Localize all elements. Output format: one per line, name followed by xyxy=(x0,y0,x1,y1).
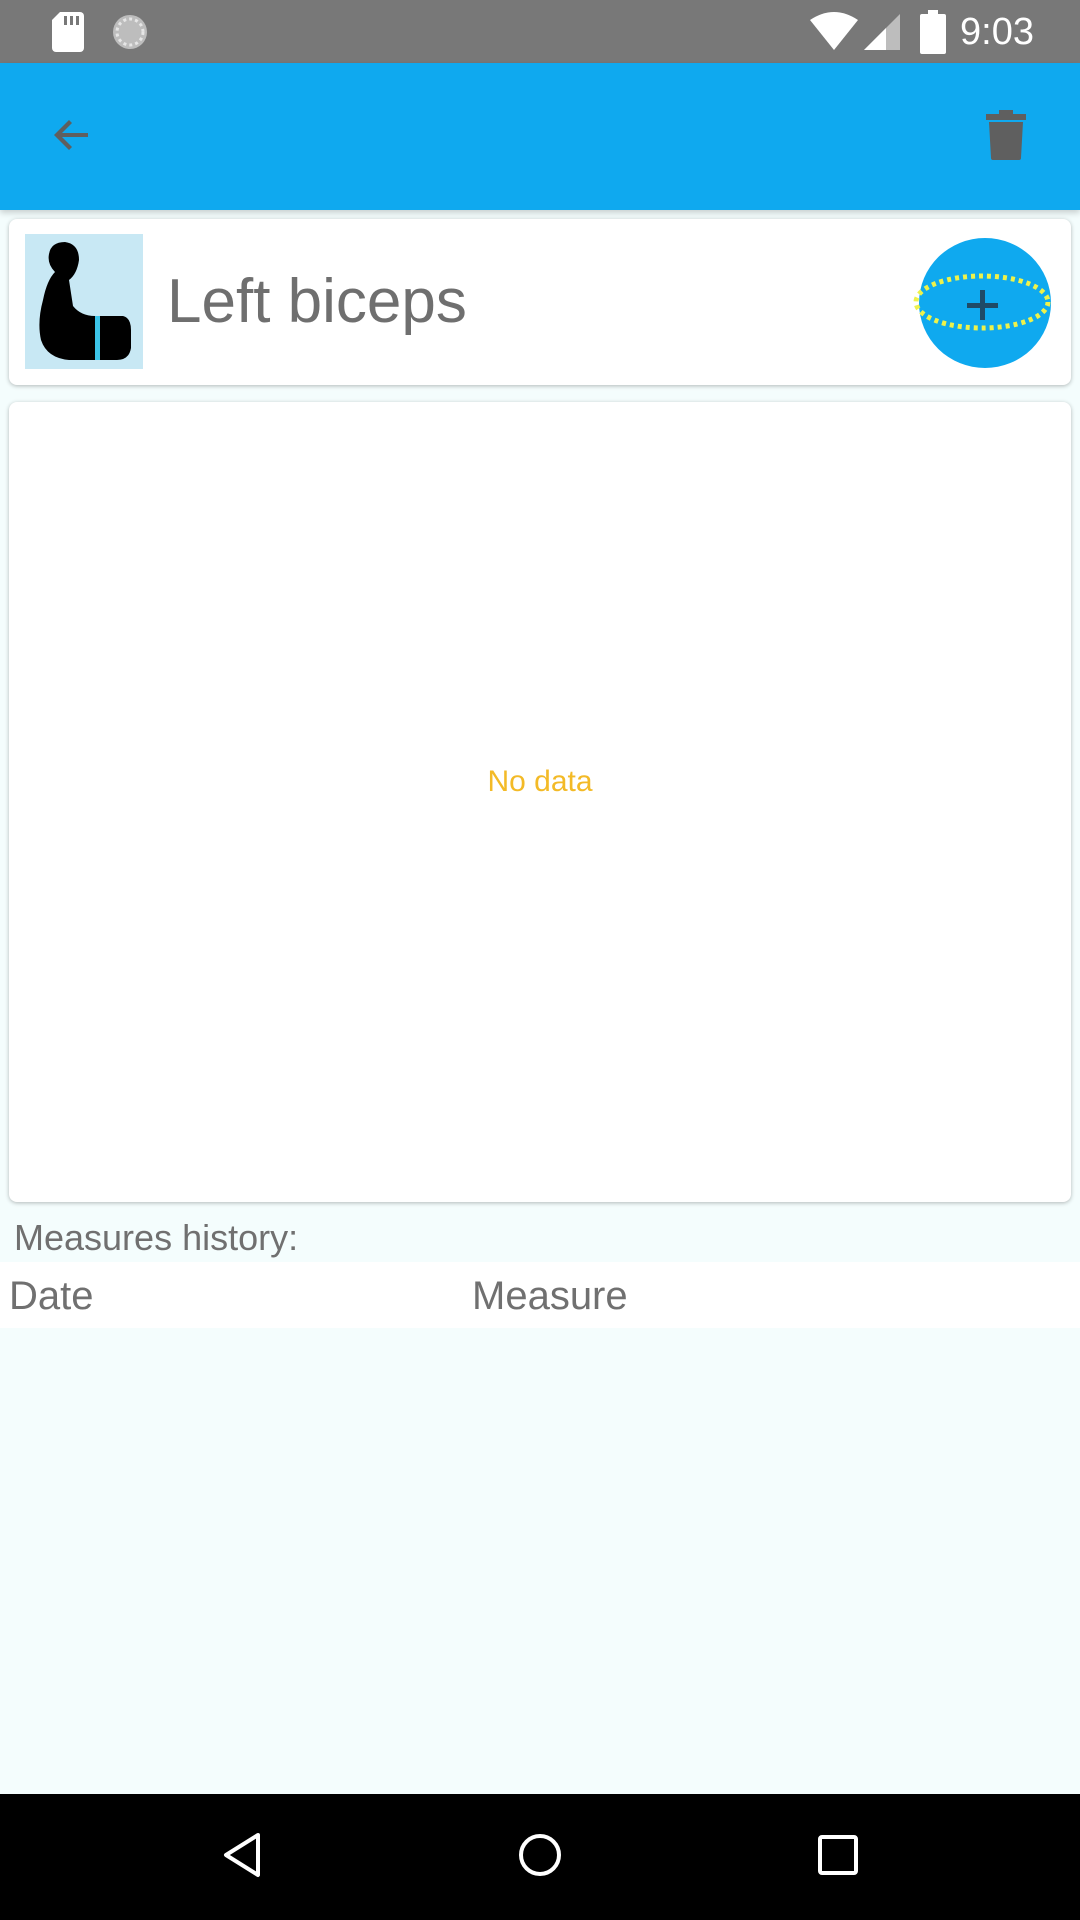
cell-signal-icon xyxy=(864,12,902,57)
sd-card-icon xyxy=(52,12,84,57)
nav-recents-button[interactable] xyxy=(798,1817,878,1897)
nav-recents-icon xyxy=(816,1833,860,1882)
body-part-card: Left biceps xyxy=(9,219,1071,385)
status-bar: 9:03 xyxy=(0,0,1080,63)
nav-home-button[interactable] xyxy=(500,1817,580,1897)
add-measure-icon xyxy=(912,238,1052,374)
measures-chart: No data xyxy=(9,402,1071,1202)
chart-empty-text: No data xyxy=(487,765,593,798)
status-clock: 9:03 xyxy=(960,11,1034,53)
nav-home-icon xyxy=(516,1831,564,1884)
add-measure-button[interactable] xyxy=(912,236,1052,370)
trash-icon xyxy=(986,109,1026,165)
body-part-title: Left biceps xyxy=(167,267,467,336)
biceps-icon xyxy=(25,234,143,369)
column-header-date: Date xyxy=(9,1274,94,1318)
back-button[interactable] xyxy=(36,101,108,173)
arrow-back-icon xyxy=(48,111,96,164)
wifi-icon xyxy=(810,12,858,57)
battery-icon xyxy=(920,10,946,59)
app-bar xyxy=(0,63,1080,210)
column-header-measure: Measure xyxy=(472,1274,628,1318)
history-label: Measures history: xyxy=(14,1217,299,1258)
system-nav-bar xyxy=(0,1794,1080,1920)
history-table-header: Date Measure xyxy=(0,1262,1080,1328)
delete-button[interactable] xyxy=(970,101,1042,173)
nav-back-icon xyxy=(220,1831,264,1884)
nav-back-button[interactable] xyxy=(202,1817,282,1897)
history-list[interactable] xyxy=(0,1328,1080,1794)
sync-icon xyxy=(110,12,150,57)
